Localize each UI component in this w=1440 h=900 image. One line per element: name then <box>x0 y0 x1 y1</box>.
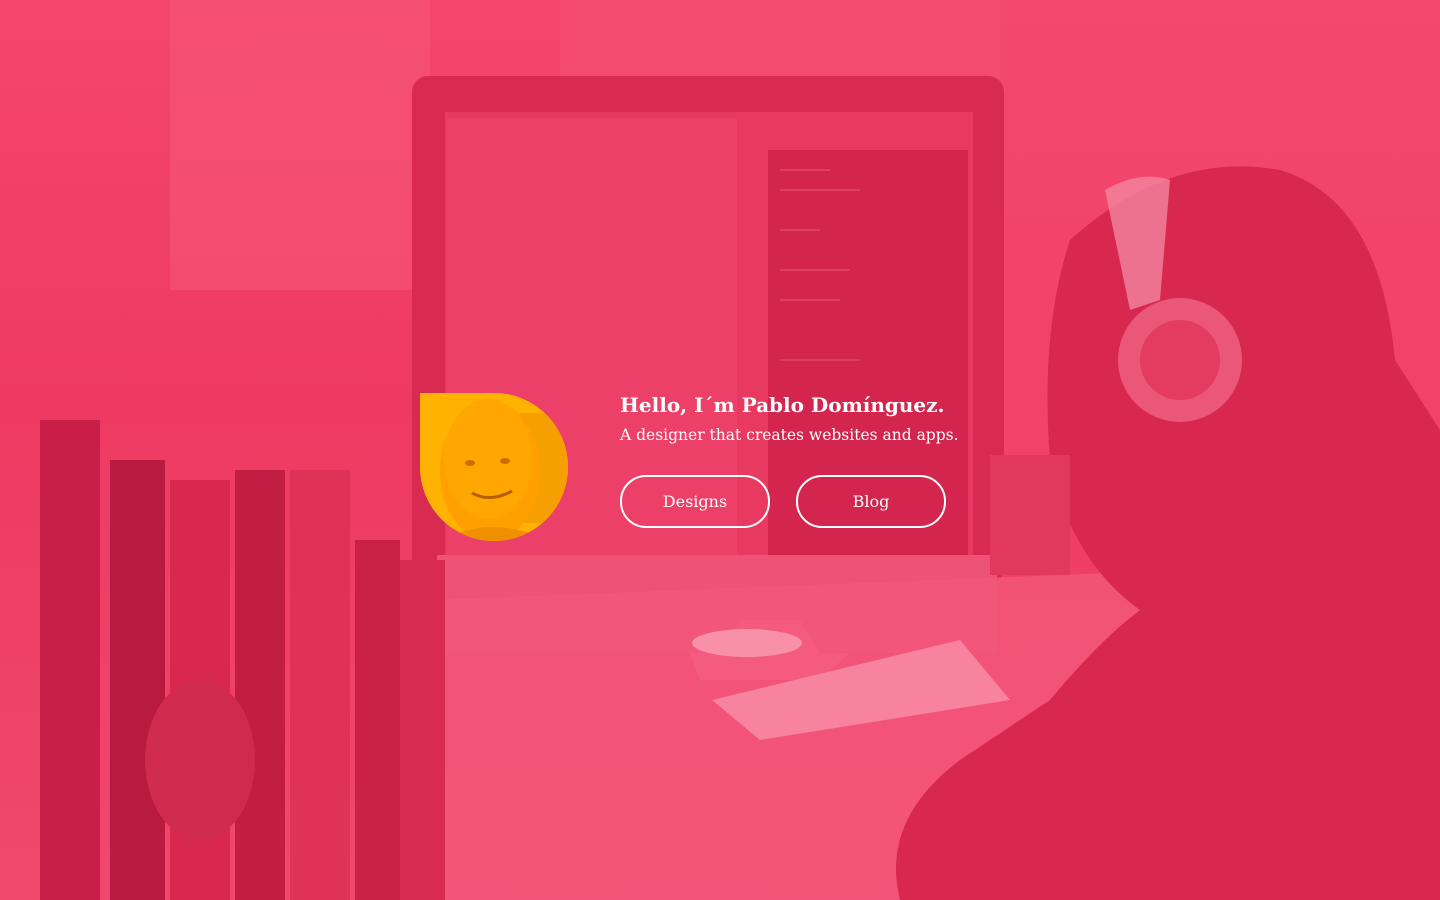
page-title: Hello, I´m Pablo Domínguez. <box>620 393 945 417</box>
designs-button[interactable]: Designs <box>620 475 770 528</box>
blog-button[interactable]: Blog <box>796 475 946 528</box>
avatar <box>420 393 568 541</box>
intro-text: Hello, I´m Pablo Domínguez. A designer t… <box>620 393 1020 528</box>
page-subtitle: A designer that creates websites and app… <box>620 426 959 444</box>
avatar-portrait <box>420 393 568 541</box>
nav-buttons: Designs Blog <box>620 475 946 528</box>
hero-section: Hello, I´m Pablo Domínguez. A designer t… <box>420 393 1020 543</box>
